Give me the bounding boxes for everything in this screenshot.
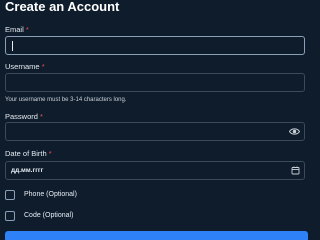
phone-option[interactable]: Phone (Optional): [5, 190, 77, 200]
code-option[interactable]: Code (Optional): [5, 211, 73, 221]
email-label-text: Email: [5, 25, 24, 34]
code-label: Code (Optional): [24, 212, 74, 219]
dob-label: Date of Birth *: [5, 149, 52, 159]
password-field[interactable]: [5, 122, 305, 141]
page-title: Create an Account: [5, 0, 120, 14]
required-mark: *: [48, 149, 52, 158]
email-field[interactable]: [5, 36, 305, 55]
username-label-text: Username: [5, 62, 40, 71]
username-hint: Your username must be 3-14 characters lo…: [5, 97, 127, 103]
calendar-icon[interactable]: [291, 166, 300, 175]
dob-label-text: Date of Birth: [5, 149, 47, 158]
username-label: Username *: [5, 62, 45, 72]
phone-checkbox[interactable]: [5, 190, 15, 200]
email-label: Email *: [5, 25, 29, 35]
username-field[interactable]: [5, 73, 305, 92]
required-mark: *: [40, 112, 43, 121]
text-caret: [12, 41, 13, 51]
password-label-text: Password: [5, 112, 38, 121]
required-mark: *: [25, 25, 29, 34]
phone-label: Phone (Optional): [24, 191, 77, 198]
password-label: Password *: [5, 112, 43, 122]
code-checkbox[interactable]: [5, 211, 15, 221]
create-account-form: Create an Account Email * Username * You…: [0, 0, 320, 240]
eye-icon[interactable]: [289, 127, 300, 136]
date-placeholder: дд.мм.гггг: [11, 167, 44, 174]
create-account-button[interactable]: [5, 231, 308, 240]
date-of-birth-field[interactable]: дд.мм.гггг: [5, 161, 305, 180]
required-mark: *: [41, 62, 45, 71]
